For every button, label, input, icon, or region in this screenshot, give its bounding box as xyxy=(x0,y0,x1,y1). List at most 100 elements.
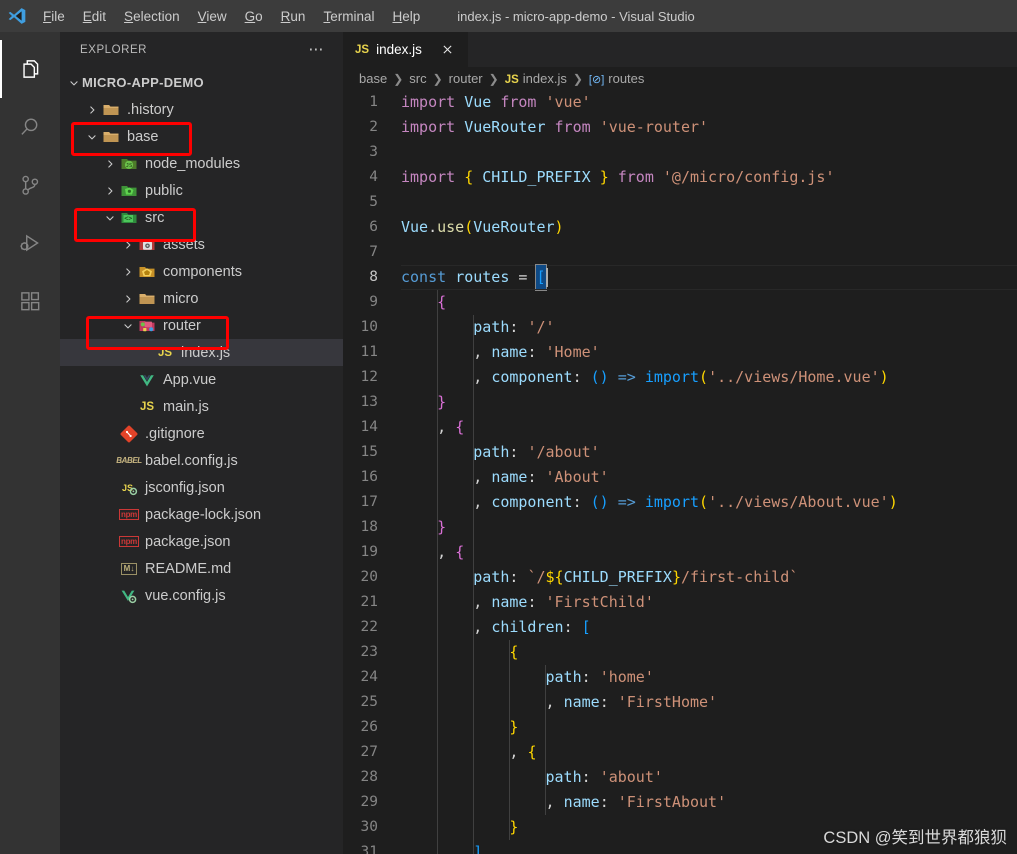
explorer-title: EXPLORER xyxy=(80,43,148,56)
code-token: from xyxy=(617,168,654,186)
code-line[interactable]: 1 import Vue from 'vue' xyxy=(343,90,1017,115)
tree-item-history[interactable]: .history xyxy=(60,96,343,123)
activitybar-item-run-debug[interactable] xyxy=(0,214,60,272)
code-line[interactable]: 21 , name: 'FirstChild' xyxy=(343,590,1017,615)
menu-help[interactable]: Help xyxy=(383,6,429,27)
tree-item-node-modules[interactable]: JS node_modules xyxy=(60,150,343,177)
code-line[interactable]: 19 , { xyxy=(343,540,1017,565)
tree-item-gitignore[interactable]: .gitignore xyxy=(60,420,343,447)
code-token: : xyxy=(581,768,600,786)
code-line[interactable]: 15 path: '/about' xyxy=(343,440,1017,465)
tree-item-router[interactable]: router xyxy=(60,312,343,339)
menu-file[interactable]: File xyxy=(34,6,74,27)
breadcrumb-label: src xyxy=(409,71,427,86)
menu-edit[interactable]: Edit xyxy=(74,6,115,27)
ellipsis-icon[interactable]: ⋯ xyxy=(308,42,325,57)
breadcrumb-separator-icon: ❯ xyxy=(572,71,583,86)
folder-open-plain-icon xyxy=(100,128,122,146)
breadcrumb-item-router[interactable]: router xyxy=(449,71,483,86)
tree-item-micro[interactable]: micro xyxy=(60,285,343,312)
activitybar-item-source-control[interactable] xyxy=(0,156,60,214)
menu-selection[interactable]: Selection xyxy=(115,6,189,27)
code-line[interactable]: 23 { xyxy=(343,640,1017,665)
tree-item-app-vue[interactable]: App.vue xyxy=(60,366,343,393)
tree-item-label: base xyxy=(127,128,159,145)
code-line[interactable]: 30 } xyxy=(343,815,1017,840)
svg-text:JS: JS xyxy=(122,483,133,493)
close-icon[interactable] xyxy=(439,41,457,59)
activitybar-item-extensions[interactable] xyxy=(0,272,60,330)
menu-terminal[interactable]: Terminal xyxy=(314,6,383,27)
code-editor[interactable]: 1 import Vue from 'vue' 2 import VueRouter … xyxy=(343,90,1017,854)
code-token: from xyxy=(500,93,537,111)
code-line[interactable]: 6 Vue.use(VueRouter) xyxy=(343,215,1017,240)
tree-root-micro-app-demo[interactable]: MICRO-APP-DEMO xyxy=(60,69,343,96)
code-line[interactable]: 27 , { xyxy=(343,740,1017,765)
code-line[interactable]: 14 , { xyxy=(343,415,1017,440)
code-line[interactable]: 10 path: '/' xyxy=(343,315,1017,340)
menu-run[interactable]: Run xyxy=(272,6,315,27)
tree-item-src[interactable]: <> src xyxy=(60,204,343,231)
menu-view[interactable]: View xyxy=(189,6,236,27)
activitybar-item-search[interactable] xyxy=(0,98,60,156)
code-line[interactable]: 24 path: 'home' xyxy=(343,665,1017,690)
code-line[interactable]: 9 { xyxy=(343,290,1017,315)
tree-item-main-js[interactable]: JS main.js xyxy=(60,393,343,420)
search-icon xyxy=(17,114,43,140)
tree-item-vue-config-js[interactable]: vue.config.js xyxy=(60,582,343,609)
code-line[interactable]: 4 import { CHILD_PREFIX } from '@/micro/c… xyxy=(343,165,1017,190)
tree-item-package-lock-json[interactable]: npm package-lock.json xyxy=(60,501,343,528)
code-line[interactable]: 31 ] xyxy=(343,840,1017,854)
code-line[interactable]: 2 import VueRouter from 'vue-router' xyxy=(343,115,1017,140)
tree-item-jsconfig-json[interactable]: JS jsconfig.json xyxy=(60,474,343,501)
code-token: : xyxy=(509,318,528,336)
code-line[interactable]: 22 , children: [ xyxy=(343,615,1017,640)
code-token: name xyxy=(563,693,600,711)
tree-item-readme-md[interactable]: M↓ README.md xyxy=(60,555,343,582)
menu-go[interactable]: Go xyxy=(236,6,272,27)
tree-item-index-js[interactable]: JS index.js xyxy=(60,339,343,366)
code-token: 'about' xyxy=(599,768,663,786)
js-file-icon: JS xyxy=(504,74,519,86)
code-line[interactable]: 18 } xyxy=(343,515,1017,540)
code-line[interactable]: 5 xyxy=(343,190,1017,215)
tree-item-assets[interactable]: assets xyxy=(60,231,343,258)
activitybar-item-explorer[interactable] xyxy=(0,40,60,98)
tree-item-base[interactable]: base xyxy=(60,123,343,150)
tab-index-js[interactable]: JS index.js xyxy=(343,32,469,67)
code-line[interactable]: 13 } xyxy=(343,390,1017,415)
code-line[interactable]: 3 xyxy=(343,140,1017,165)
code-token: 'Home' xyxy=(545,343,600,361)
tree-item-label: node_modules xyxy=(145,155,241,172)
breadcrumb-item-base[interactable]: base xyxy=(359,71,387,86)
tree-item-public[interactable]: public xyxy=(60,177,343,204)
vue-file-icon xyxy=(136,371,158,389)
breadcrumb-item-src[interactable]: src xyxy=(409,71,426,86)
tree-item-babel-config-js[interactable]: BABEL babel.config.js xyxy=(60,447,343,474)
code-token: ( xyxy=(699,368,709,386)
code-text: { xyxy=(401,290,446,315)
code-line[interactable]: 28 path: 'about' xyxy=(343,765,1017,790)
code-line[interactable]: 7 xyxy=(343,240,1017,265)
code-line[interactable]: 11 , name: 'Home' xyxy=(343,340,1017,365)
code-token: VueRouter xyxy=(473,218,555,236)
tree-item-package-json[interactable]: npm package.json xyxy=(60,528,343,555)
tree-item-components[interactable]: components xyxy=(60,258,343,285)
line-number: 30 xyxy=(360,819,378,835)
code-line[interactable]: 29 , name: 'FirstAbout' xyxy=(343,790,1017,815)
js-file-icon: JS xyxy=(139,400,155,413)
code-token: 'FirstChild' xyxy=(545,593,654,611)
code-line[interactable]: 8 const routes = [ xyxy=(343,264,1017,291)
breadcrumb-item-index-js[interactable]: JS index.js xyxy=(505,71,567,86)
code-line[interactable]: 20 path: `/${CHILD_PREFIX}/first-child` xyxy=(343,565,1017,590)
code-line[interactable]: 25 , name: 'FirstHome' xyxy=(343,690,1017,715)
code-line[interactable]: 17 , component: () => import('../views/A… xyxy=(343,490,1017,515)
code-line[interactable]: 16 , name: 'About' xyxy=(343,465,1017,490)
code-token: } xyxy=(509,818,519,836)
code-text: , name: 'FirstAbout' xyxy=(401,790,727,815)
code-line[interactable]: 26 } xyxy=(343,715,1017,740)
code-line[interactable]: 12 , component: () => import('../views/H… xyxy=(343,365,1017,390)
breadcrumb-item-routes[interactable]: [⊘] routes xyxy=(589,71,644,86)
